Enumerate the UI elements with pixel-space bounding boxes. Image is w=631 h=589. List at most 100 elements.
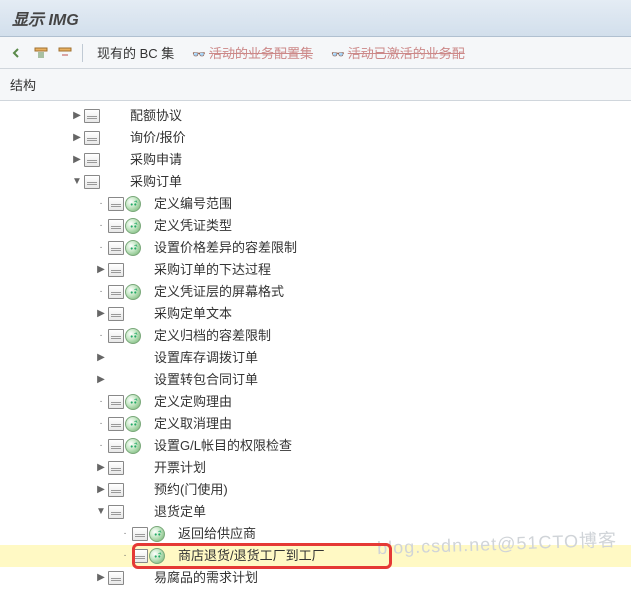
tree-node-label: 易腐品的需求计划 bbox=[148, 567, 258, 589]
tree-row[interactable]: ▶ 开票计划 bbox=[0, 457, 631, 479]
glasses-icon: 👓 bbox=[192, 49, 206, 61]
tree-row[interactable]: · 设置G/L帐目的权限检查 bbox=[0, 435, 631, 457]
toolbar-expand-icon[interactable] bbox=[30, 43, 52, 63]
document-icon[interactable] bbox=[108, 241, 124, 255]
tree-node-label: 返回给供应商 bbox=[172, 523, 256, 545]
tree-row[interactable]: ▶ 配额协议 bbox=[0, 105, 631, 127]
tree-node-label: 定义凭证层的屏幕格式 bbox=[148, 281, 284, 303]
tree-row[interactable]: ▶ 设置转包合同订单 bbox=[0, 369, 631, 391]
existing-bc-set-button[interactable]: 现有的 BC 集 bbox=[89, 41, 182, 64]
caret-right-icon[interactable]: ▶ bbox=[94, 263, 108, 277]
caret-right-icon[interactable]: ▶ bbox=[94, 373, 108, 387]
tree-row[interactable]: ▶ 易腐品的需求计划 bbox=[0, 567, 631, 589]
tree-row[interactable]: ▶ 采购订单的下达过程 bbox=[0, 259, 631, 281]
tree-node-label: 询价/报价 bbox=[124, 127, 186, 149]
caret-down-icon[interactable]: ▼ bbox=[94, 505, 108, 519]
tree-row[interactable]: · 返回给供应商 bbox=[0, 523, 631, 545]
tree-row[interactable]: ▶ 询价/报价 bbox=[0, 127, 631, 149]
document-icon[interactable] bbox=[84, 109, 100, 123]
execute-icon[interactable] bbox=[125, 284, 141, 300]
bullet-icon: · bbox=[94, 417, 108, 431]
execute-icon[interactable] bbox=[125, 328, 141, 344]
tree-node-label: 开票计划 bbox=[148, 457, 206, 479]
toolbar: 现有的 BC 集 👓活动的业务配置集 👓活动已激活的业务配 bbox=[0, 37, 631, 69]
bullet-icon: · bbox=[118, 549, 132, 563]
execute-icon[interactable] bbox=[149, 548, 165, 564]
bullet-icon: · bbox=[94, 241, 108, 255]
tree-node-label: 配额协议 bbox=[124, 105, 182, 127]
tree-node-label: 定义取消理由 bbox=[148, 413, 232, 435]
execute-icon[interactable] bbox=[125, 416, 141, 432]
document-icon[interactable] bbox=[108, 439, 124, 453]
tree-row[interactable]: ▶ 采购定单文本 bbox=[0, 303, 631, 325]
execute-icon[interactable] bbox=[149, 526, 165, 542]
tree-row[interactable]: · 定义归档的容差限制 bbox=[0, 325, 631, 347]
tree-row[interactable]: ·商店退货/退货工厂到工厂 bbox=[0, 545, 631, 567]
document-icon[interactable] bbox=[108, 417, 124, 431]
document-icon[interactable] bbox=[108, 461, 124, 475]
tree-node-label: 定义归档的容差限制 bbox=[148, 325, 271, 347]
tree-row[interactable]: · 定义凭证层的屏幕格式 bbox=[0, 281, 631, 303]
bullet-icon: · bbox=[94, 439, 108, 453]
bullet-icon: · bbox=[118, 527, 132, 541]
tree-node-label: 设置价格差异的容差限制 bbox=[148, 237, 297, 259]
tree-node-label: 采购定单文本 bbox=[148, 303, 232, 325]
document-icon[interactable] bbox=[108, 285, 124, 299]
tree-row[interactable]: ▶预约(门使用) bbox=[0, 479, 631, 501]
glasses-icon: 👓 bbox=[331, 49, 345, 61]
toolbar-separator bbox=[82, 44, 83, 62]
document-icon[interactable] bbox=[108, 571, 124, 585]
document-icon[interactable] bbox=[84, 131, 100, 145]
bullet-icon: · bbox=[94, 329, 108, 343]
tree-row[interactable]: ·定义凭证类型 bbox=[0, 215, 631, 237]
execute-icon[interactable] bbox=[125, 438, 141, 454]
tree-row[interactable]: ·定义定购理由 bbox=[0, 391, 631, 413]
tree-row[interactable]: ▶设置库存调拨订单 bbox=[0, 347, 631, 369]
document-icon[interactable] bbox=[108, 307, 124, 321]
execute-icon[interactable] bbox=[125, 218, 141, 234]
document-icon[interactable] bbox=[108, 395, 124, 409]
tree-node-label: 采购申请 bbox=[124, 149, 182, 171]
caret-right-icon[interactable]: ▶ bbox=[94, 571, 108, 585]
activated-config-set-button[interactable]: 👓活动已激活的业务配 bbox=[323, 41, 473, 64]
document-icon[interactable] bbox=[108, 263, 124, 277]
tree-node-label: 定义定购理由 bbox=[148, 391, 232, 413]
bullet-icon: · bbox=[94, 285, 108, 299]
document-icon[interactable] bbox=[108, 505, 124, 519]
caret-down-icon[interactable]: ▼ bbox=[70, 175, 84, 189]
tree-node-label: 采购订单的下达过程 bbox=[148, 259, 271, 281]
document-icon[interactable] bbox=[108, 329, 124, 343]
tree-row[interactable]: ▼ 退货定单 bbox=[0, 501, 631, 523]
execute-icon[interactable] bbox=[125, 196, 141, 212]
caret-right-icon[interactable]: ▶ bbox=[94, 483, 108, 497]
document-icon[interactable] bbox=[132, 527, 148, 541]
toolbar-back-icon[interactable] bbox=[6, 43, 28, 63]
tree-node-label: 退货定单 bbox=[148, 501, 206, 523]
tree-node-label: 采购订单 bbox=[124, 171, 182, 193]
bullet-icon: · bbox=[94, 219, 108, 233]
document-icon[interactable] bbox=[108, 483, 124, 497]
caret-right-icon[interactable]: ▶ bbox=[94, 461, 108, 475]
tree-row[interactable]: · 定义取消理由 bbox=[0, 413, 631, 435]
tree-row[interactable]: ·定义编号范围 bbox=[0, 193, 631, 215]
execute-icon[interactable] bbox=[125, 240, 141, 256]
tree-node-label: 设置G/L帐目的权限检查 bbox=[148, 435, 292, 457]
document-icon[interactable] bbox=[108, 197, 124, 211]
tree-row[interactable]: ▼ 采购订单 bbox=[0, 171, 631, 193]
structure-header: 结构 bbox=[0, 69, 631, 101]
tree-row[interactable]: · 设置价格差异的容差限制 bbox=[0, 237, 631, 259]
execute-icon[interactable] bbox=[125, 394, 141, 410]
tree-node-label: 设置转包合同订单 bbox=[148, 369, 258, 391]
active-config-set-button[interactable]: 👓活动的业务配置集 bbox=[184, 41, 321, 64]
caret-right-icon[interactable]: ▶ bbox=[70, 153, 84, 167]
document-icon[interactable] bbox=[132, 549, 148, 563]
document-icon[interactable] bbox=[84, 175, 100, 189]
document-icon[interactable] bbox=[84, 153, 100, 167]
document-icon[interactable] bbox=[108, 219, 124, 233]
caret-right-icon[interactable]: ▶ bbox=[70, 109, 84, 123]
caret-right-icon[interactable]: ▶ bbox=[94, 307, 108, 321]
toolbar-collapse-icon[interactable] bbox=[54, 43, 76, 63]
caret-right-icon[interactable]: ▶ bbox=[94, 351, 108, 365]
tree-row[interactable]: ▶ 采购申请 bbox=[0, 149, 631, 171]
caret-right-icon[interactable]: ▶ bbox=[70, 131, 84, 145]
